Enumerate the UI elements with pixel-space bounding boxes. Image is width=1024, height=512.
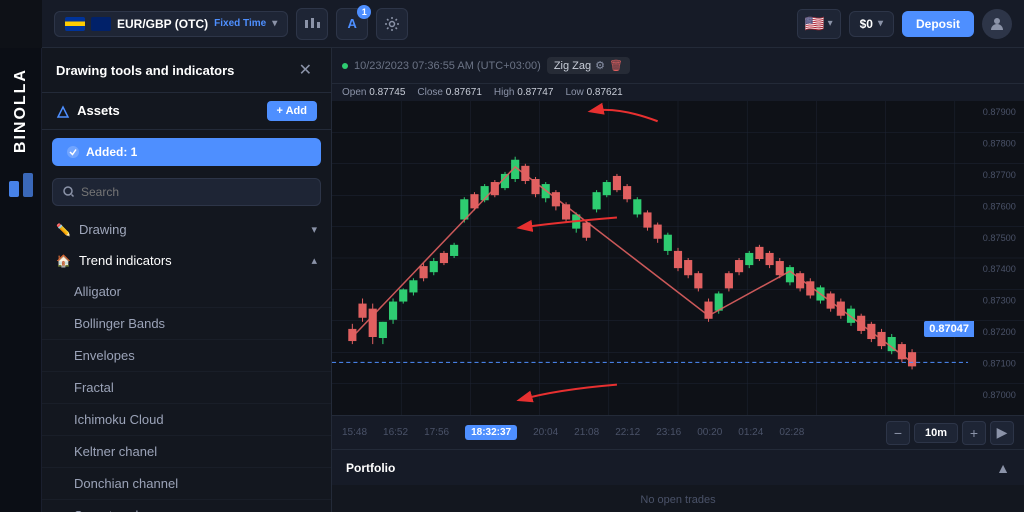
high-label: High 0.87747: [494, 87, 554, 98]
indicator-donchian[interactable]: Donchian channel: [42, 468, 331, 500]
region-selector[interactable]: 🇺🇸 ▾: [797, 9, 841, 39]
portfolio-empty-state: No open trades: [332, 485, 1024, 512]
indicator-supertrend[interactable]: Supertrend: [42, 500, 331, 512]
time-controls: − 10m + ▶: [886, 421, 1014, 445]
nav-left: EUR/GBP (OTC) Fixed Time ▾ A 1: [54, 8, 408, 40]
x-label-6: 23:16: [656, 427, 681, 438]
logo-icon: [7, 171, 35, 205]
indicator-keltner[interactable]: Keltner chanel: [42, 436, 331, 468]
x-axis: 15:48 16:52 17:56 18:32:37 20:04 21:08 2…: [342, 425, 804, 440]
chevron-down-icon: ▾: [272, 18, 277, 29]
chart-toolbar: 10/23/2023 07:36:55 AM (UTC+03:00) Zig Z…: [332, 48, 1024, 84]
category-trend[interactable]: 🏠 Trend indicators ▴: [42, 245, 331, 276]
current-time-label: 18:32:37: [465, 425, 517, 440]
flag-eur: [65, 17, 85, 31]
scroll-right-button[interactable]: ▶: [990, 421, 1014, 445]
svg-text:0.87100: 0.87100: [983, 358, 1016, 368]
assets-header: Assets + Add: [42, 93, 331, 130]
x-label-9: 02:28: [779, 427, 804, 438]
x-label-4: 21:08: [574, 427, 599, 438]
indicator-badge: 1: [357, 5, 371, 19]
x-label-5: 22:12: [615, 427, 640, 438]
trend-icon: 🏠: [56, 254, 71, 268]
zigzag-settings-icon[interactable]: ⚙: [595, 59, 605, 72]
sidebar-header: Drawing tools and indicators ✕: [42, 48, 331, 93]
svg-text:0.87800: 0.87800: [983, 139, 1016, 149]
top-nav: EUR/GBP (OTC) Fixed Time ▾ A 1: [42, 0, 1024, 48]
added-badge: Added: 1: [52, 138, 321, 166]
candlestick-chart: 0.87900 0.87800 0.87700 0.87600 0.87500 …: [332, 101, 1024, 415]
current-price-label: 0.87047: [924, 321, 974, 337]
chart-area: 10/23/2023 07:36:55 AM (UTC+03:00) Zig Z…: [332, 48, 1024, 512]
chart-main: 0.87900 0.87800 0.87700 0.87600 0.87500 …: [332, 101, 1024, 415]
nav-right: 🇺🇸 ▾ $0 ▾ Deposit: [797, 9, 1012, 39]
close-button[interactable]: ✕: [294, 58, 317, 82]
svg-text:0.87700: 0.87700: [983, 170, 1016, 180]
zoom-in-button[interactable]: +: [962, 421, 986, 445]
deposit-button[interactable]: Deposit: [902, 11, 974, 37]
live-indicator: [342, 63, 348, 69]
balance-label: $0: [860, 17, 873, 31]
add-button[interactable]: + Add: [267, 101, 317, 121]
indicator-bollinger[interactable]: Bollinger Bands: [42, 308, 331, 340]
svg-text:0.87300: 0.87300: [983, 296, 1016, 306]
svg-text:0.87600: 0.87600: [983, 201, 1016, 211]
drawing-icon: ✏️: [56, 223, 71, 237]
logo-strip: Binolla: [0, 48, 42, 512]
portfolio-bar: Portfolio ▲: [332, 449, 1024, 485]
svg-text:0.87400: 0.87400: [983, 264, 1016, 274]
no-trades-text: No open trades: [626, 488, 729, 512]
x-label-0: 15:48: [342, 427, 367, 438]
indicator-envelopes[interactable]: Envelopes: [42, 340, 331, 372]
category-drawing[interactable]: ✏️ Drawing ▾: [42, 214, 331, 245]
fixed-time-label: Fixed Time: [214, 18, 266, 29]
sidebar-title: Drawing tools and indicators: [56, 63, 234, 78]
portfolio-label: Portfolio: [346, 461, 395, 475]
drawing-chevron-down: ▾: [311, 223, 317, 236]
x-label-7: 00:20: [697, 427, 722, 438]
pair-label: EUR/GBP (OTC): [117, 17, 208, 31]
settings-btn[interactable]: [376, 8, 408, 40]
svg-text:0.87200: 0.87200: [983, 327, 1016, 337]
zigzag-tag: Zig Zag ⚙ 🗑: [547, 57, 630, 74]
balance-button[interactable]: $0 ▾: [849, 11, 894, 37]
zigzag-delete-icon[interactable]: 🗑: [609, 59, 623, 72]
x-label-8: 01:24: [738, 427, 763, 438]
avatar[interactable]: [982, 9, 1012, 39]
search-input[interactable]: [81, 185, 310, 199]
sidebar: Drawing tools and indicators ✕ Assets + …: [42, 48, 332, 512]
chart-timestamp: 10/23/2023 07:36:55 AM (UTC+03:00): [354, 60, 541, 72]
indicator-alligator[interactable]: Alligator: [42, 276, 331, 308]
x-label-3: 20:04: [533, 427, 558, 438]
indicator-ichimoku[interactable]: Ichimoku Cloud: [42, 404, 331, 436]
chart-bottom-bar: 15:48 16:52 17:56 18:32:37 20:04 21:08 2…: [332, 415, 1024, 449]
x-label-2: 17:56: [424, 427, 449, 438]
time-interval-label: 10m: [914, 423, 958, 443]
logo-text: Binolla: [12, 68, 30, 153]
pair-selector[interactable]: EUR/GBP (OTC) Fixed Time ▾: [54, 11, 288, 37]
svg-text:0.87900: 0.87900: [983, 107, 1016, 117]
svg-text:0.87500: 0.87500: [983, 233, 1016, 243]
category-section: ✏️ Drawing ▾ 🏠 Trend indicators ▴: [42, 214, 331, 512]
flag-gbp: [91, 17, 111, 31]
svg-text:0.87000: 0.87000: [983, 390, 1016, 400]
indicator-fractal[interactable]: Fractal: [42, 372, 331, 404]
chart-type-btn[interactable]: [296, 8, 328, 40]
ohlc-bar: Open 0.87745 Close 0.87671 High 0.87747 …: [332, 84, 1024, 101]
zoom-out-button[interactable]: −: [886, 421, 910, 445]
balance-chevron: ▾: [878, 18, 883, 29]
assets-title: Assets: [56, 103, 120, 119]
portfolio-collapse-button[interactable]: ▲: [996, 460, 1010, 476]
search-box: [52, 178, 321, 206]
search-icon: [63, 186, 75, 198]
low-label: Low 0.87621: [565, 87, 622, 98]
close-label: Close 0.87671: [417, 87, 482, 98]
indicators-btn[interactable]: A 1: [336, 8, 368, 40]
open-label: Open 0.87745: [342, 87, 405, 98]
x-label-1: 16:52: [383, 427, 408, 438]
trend-chevron-up: ▴: [311, 254, 317, 267]
